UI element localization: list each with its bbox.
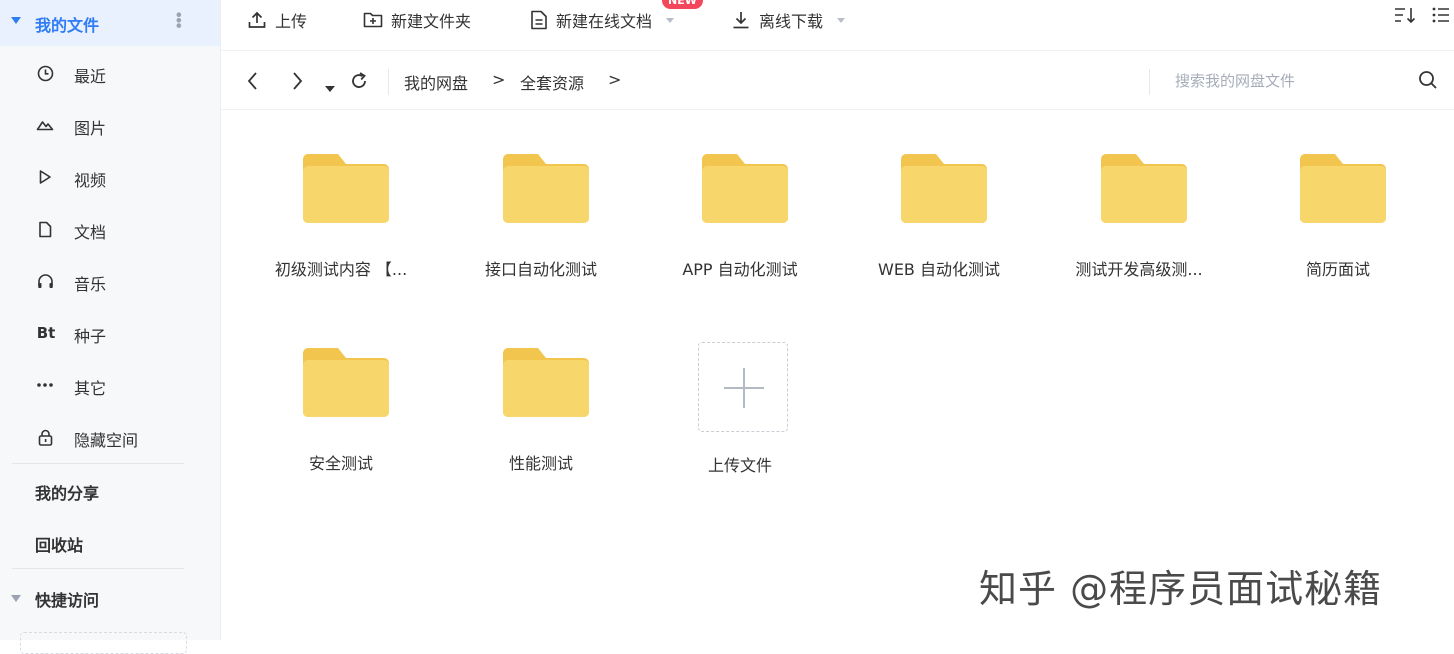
document-icon: [36, 220, 54, 238]
search-icon[interactable]: [1418, 70, 1438, 94]
sidebar-item-label: 视频: [74, 171, 107, 190]
folder-name: 安全测试: [308, 454, 373, 473]
new-folder-label: 新建文件夹: [391, 12, 472, 31]
folder-icon: [303, 154, 389, 223]
navigation-bar: 我的网盘 > 全套资源 > 搜索我的网盘文件: [221, 51, 1454, 110]
upload-button[interactable]: 上传: [247, 8, 307, 32]
folder-item[interactable]: 安全测试: [246, 324, 436, 504]
doc-icon: [531, 10, 547, 30]
sidebar: 我的文件 ••• 最近 图片 视频 文档 音乐 Bt 种子 其它 隐藏空间 我的…: [0, 0, 221, 654]
folder-item[interactable]: WEB 自动化测试: [844, 130, 1034, 310]
folder-name: 简历面试: [1305, 260, 1370, 279]
torrent-icon: Bt: [36, 324, 56, 342]
refresh-icon[interactable]: [349, 71, 369, 95]
new-folder-button[interactable]: 新建文件夹: [363, 8, 471, 32]
folder-name: 初级测试内容 【...: [274, 260, 408, 279]
folder-item[interactable]: APP 自动化测试: [645, 130, 835, 310]
sidebar-item-my-share[interactable]: 我的分享: [35, 480, 99, 504]
sidebar-item-label: 我的文件: [35, 16, 100, 35]
sidebar-item-recent[interactable]: 最近: [0, 54, 220, 94]
sidebar-item-label: 音乐: [74, 275, 107, 294]
sidebar-item-my-files[interactable]: 我的文件 •••: [0, 0, 220, 46]
history-dropdown-icon[interactable]: [325, 78, 335, 97]
sidebar-item-documents[interactable]: 文档: [0, 210, 220, 250]
nav-separator: [388, 69, 389, 95]
folder-item[interactable]: 接口自动化测试: [446, 130, 636, 310]
sort-icon[interactable]: [1394, 6, 1418, 30]
folder-icon: [702, 154, 788, 223]
more-options-icon[interactable]: •••: [169, 10, 188, 26]
sidebar-item-quick-access[interactable]: 快捷访问: [35, 587, 99, 611]
breadcrumb-separator[interactable]: >: [608, 70, 621, 89]
offline-download-label: 离线下载: [759, 12, 824, 31]
sidebar-item-label: 文档: [74, 223, 107, 242]
sidebar-item-music[interactable]: 音乐: [0, 262, 220, 302]
offline-download-button[interactable]: 离线下载: [731, 8, 846, 32]
sidebar-item-label: 图片: [74, 119, 107, 138]
lock-icon: [36, 428, 54, 446]
ellipsis-icon: [36, 376, 54, 394]
image-icon: [36, 116, 54, 134]
play-icon: [36, 168, 54, 186]
breadcrumb-root[interactable]: 我的网盘: [404, 70, 468, 94]
sidebar-item-images[interactable]: 图片: [0, 106, 220, 146]
new-badge: NEW: [662, 0, 703, 9]
folder-item[interactable]: 初级测试内容 【...: [246, 130, 436, 310]
folder-name: 测试开发高级测...: [1075, 260, 1203, 279]
sidebar-item-label: 其它: [74, 379, 107, 398]
sidebar-item-recycle-bin[interactable]: 回收站: [35, 532, 83, 556]
sidebar-divider: [12, 463, 184, 464]
list-view-icon[interactable]: [1432, 6, 1450, 30]
headphones-icon: [36, 272, 54, 290]
folder-item[interactable]: 简历面试: [1243, 130, 1433, 310]
sidebar-item-hidden-space[interactable]: 隐藏空间: [0, 418, 220, 458]
breadcrumb-separator: >: [492, 70, 506, 89]
watermark: 知乎 @程序员面试秘籍: [979, 567, 1383, 611]
folder-name: APP 自动化测试: [682, 260, 798, 279]
toolbar: 上传 新建文件夹 新建在线文档 NEW 离线下载: [221, 0, 1454, 51]
back-arrow-icon[interactable]: [247, 71, 259, 95]
folder-name: 性能测试: [508, 454, 573, 473]
upload-file-button[interactable]: [698, 342, 788, 432]
new-online-doc-button[interactable]: 新建在线文档: [530, 8, 675, 32]
download-icon: [733, 12, 749, 29]
chevron-down-icon[interactable]: [837, 17, 846, 23]
folder-name: 接口自动化测试: [484, 260, 597, 279]
forward-arrow-icon[interactable]: [291, 71, 303, 95]
chevron-down-icon[interactable]: [666, 17, 675, 23]
new-folder-icon: [363, 12, 383, 28]
sidebar-item-label: 种子: [74, 327, 107, 346]
folder-icon: [1101, 154, 1187, 223]
folder-item[interactable]: 测试开发高级测...: [1044, 130, 1234, 310]
folder-item[interactable]: 性能测试: [446, 324, 636, 504]
expand-triangle-icon[interactable]: [11, 17, 21, 24]
upload-icon: [248, 11, 266, 28]
folder-icon: [503, 348, 589, 417]
quick-access-dropzone[interactable]: [20, 632, 187, 654]
sidebar-divider: [12, 568, 184, 569]
search-separator: [1149, 69, 1150, 95]
plus-icon: [743, 368, 745, 408]
folder-icon: [503, 154, 589, 223]
sidebar-item-label: 隐藏空间: [74, 431, 139, 450]
new-online-doc-label: 新建在线文档: [556, 12, 653, 31]
clock-icon: [36, 64, 54, 82]
upload-file-tile[interactable]: 上传文件: [645, 322, 835, 502]
sidebar-item-others[interactable]: 其它: [0, 366, 220, 406]
folder-icon: [1300, 154, 1386, 223]
search-input[interactable]: 搜索我的网盘文件: [1175, 70, 1295, 91]
upload-file-label: 上传文件: [707, 456, 772, 475]
sidebar-item-label: 最近: [74, 67, 107, 86]
folder-icon: [303, 348, 389, 417]
sidebar-item-torrents[interactable]: Bt 种子: [0, 314, 220, 354]
upload-label: 上传: [275, 12, 308, 31]
folder-name: WEB 自动化测试: [878, 260, 1000, 279]
folder-icon: [901, 154, 987, 223]
breadcrumb-current[interactable]: 全套资源: [520, 70, 584, 94]
collapse-triangle-icon[interactable]: [11, 595, 21, 602]
sidebar-item-videos[interactable]: 视频: [0, 158, 220, 198]
